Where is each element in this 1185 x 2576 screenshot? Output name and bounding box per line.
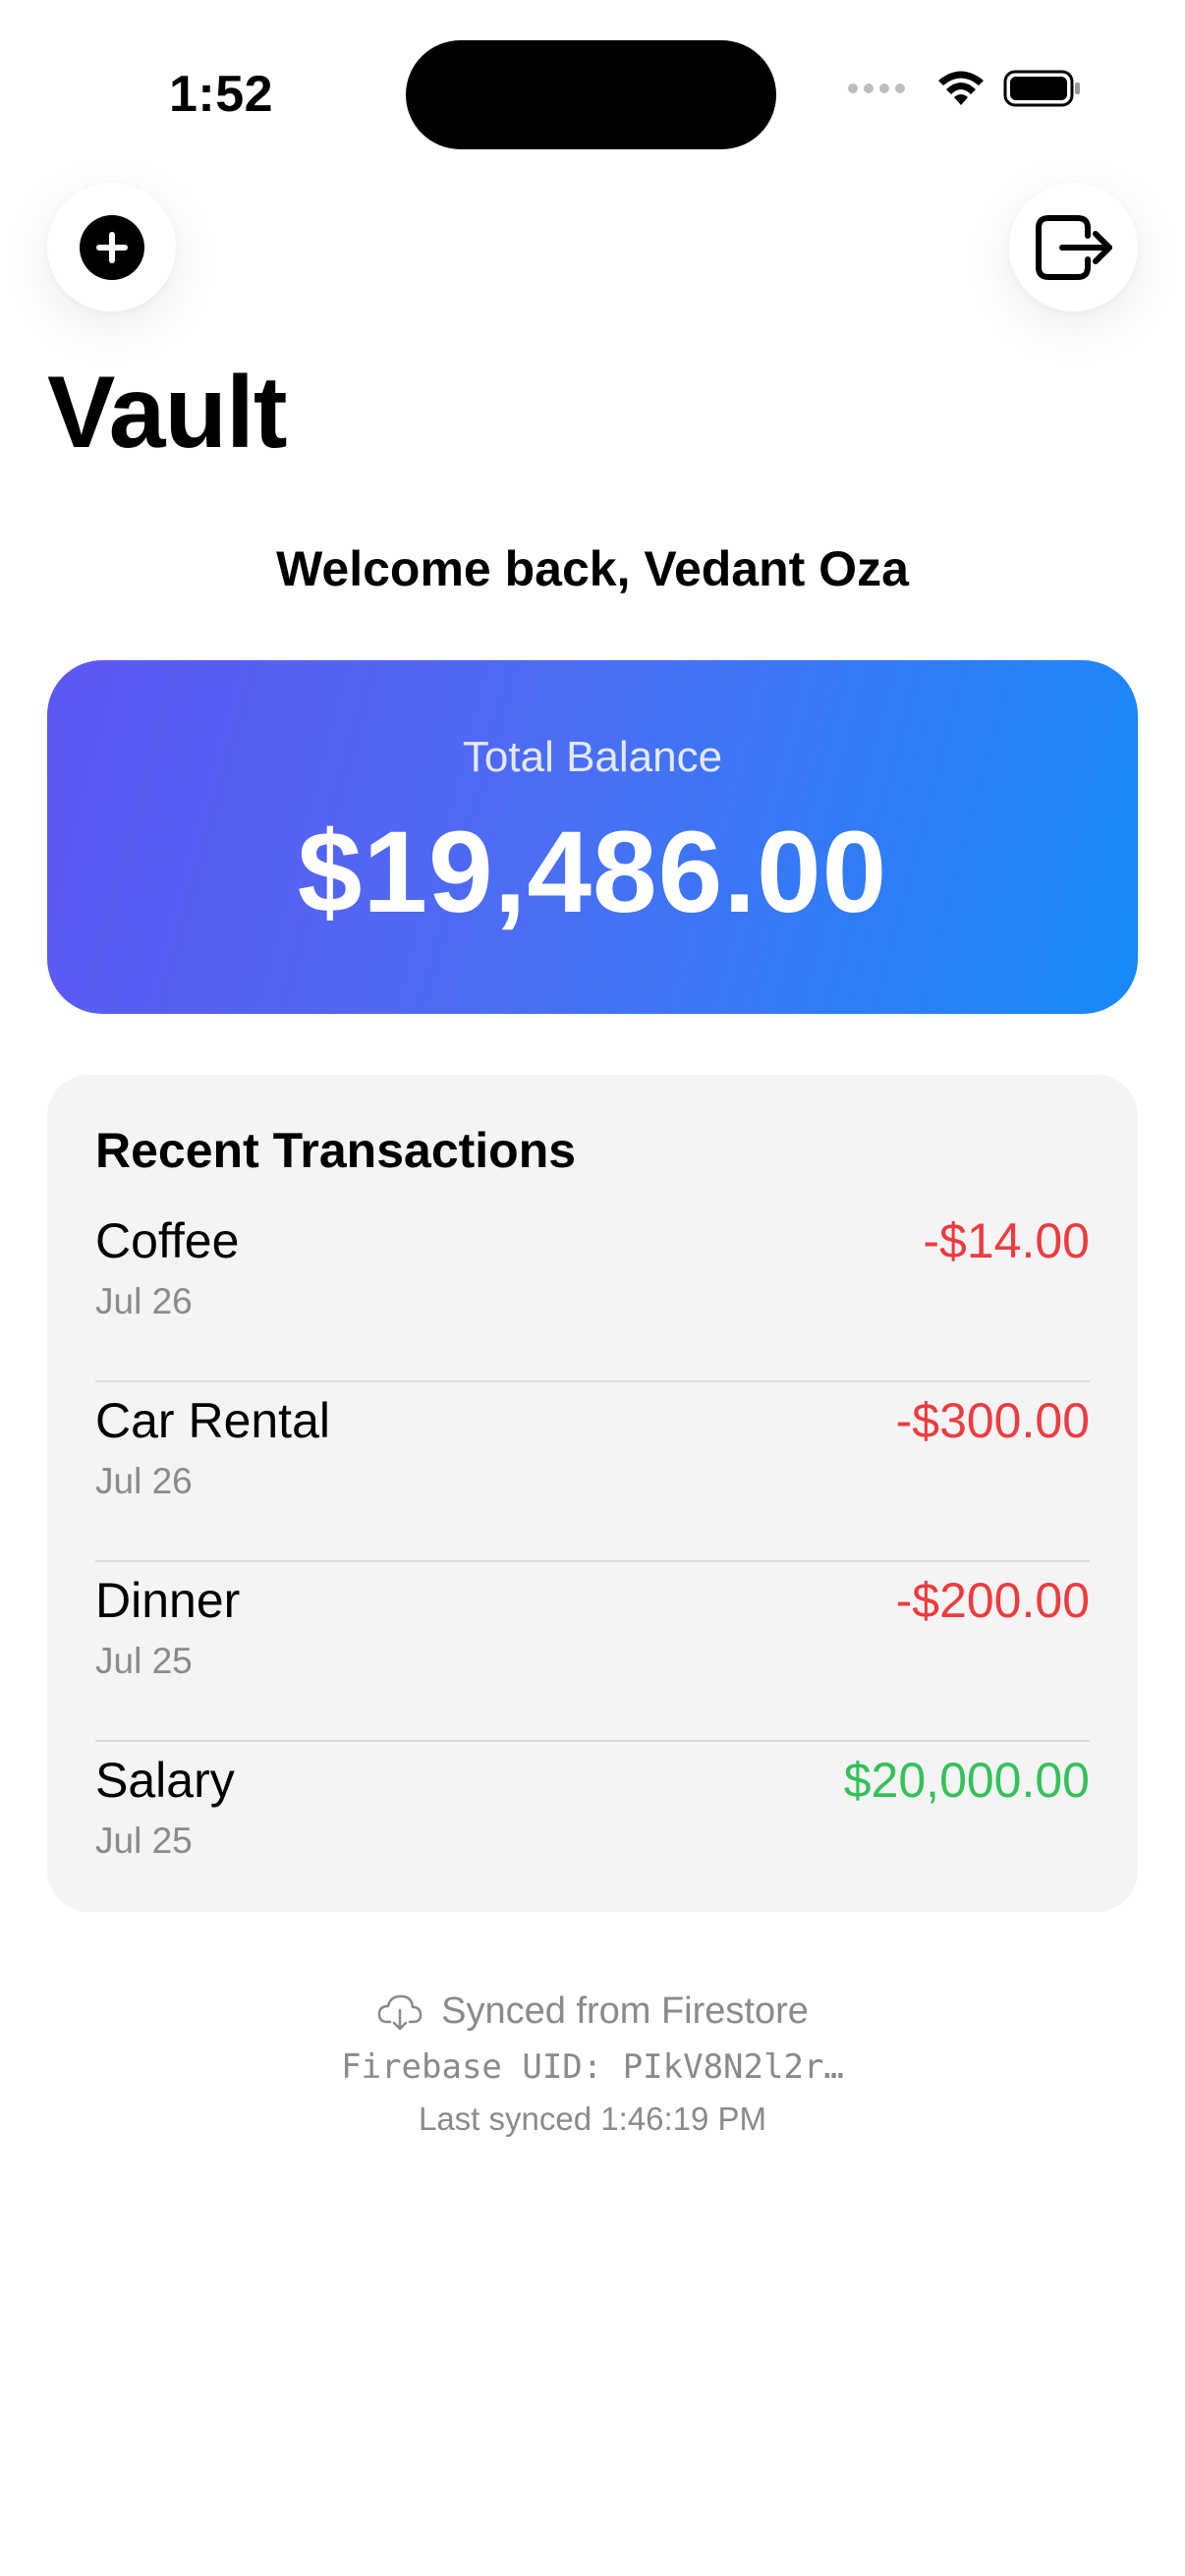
transaction-date: Jul 25 (95, 1820, 193, 1861)
sign-out-button[interactable] (1009, 183, 1138, 311)
transaction-name: Coffee (95, 1213, 240, 1268)
transactions-list: Coffee Jul 26 -$14.00 Car Rental Jul 26 … (95, 1203, 1090, 1922)
transaction-amount: -$14.00 (923, 1213, 1090, 1268)
page-title: Vault (47, 356, 288, 470)
balance-value: $19,486.00 (297, 808, 888, 937)
transaction-row[interactable]: Coffee Jul 26 -$14.00 (95, 1203, 1090, 1382)
transaction-amount: -$300.00 (895, 1393, 1090, 1448)
wifi-icon (938, 71, 984, 105)
welcome-message: Welcome back, Vedant Oza (276, 541, 909, 596)
sync-status-text: Synced from Firestore (441, 1990, 809, 2032)
dynamic-island (406, 40, 776, 149)
transaction-name: Salary (95, 1753, 235, 1808)
transaction-row[interactable]: Car Rental Jul 26 -$300.00 (95, 1382, 1090, 1562)
cloud-download-icon (377, 1994, 423, 2030)
balance-label: Total Balance (462, 733, 723, 781)
status-icons (848, 69, 1082, 108)
transaction-row[interactable]: Dinner Jul 25 -$200.00 (95, 1562, 1090, 1742)
transaction-name: Car Rental (95, 1393, 330, 1448)
balance-card: Total Balance $19,486.00 (47, 660, 1138, 1014)
recent-transactions-card: Recent Transactions Coffee Jul 26 -$14.0… (47, 1075, 1138, 1912)
transaction-name: Dinner (95, 1573, 241, 1628)
last-synced: Last synced 1:46:19 PM (418, 2100, 767, 2137)
battery-icon (1003, 70, 1080, 107)
sync-status: Synced from Firestore (0, 1990, 1185, 2033)
sign-out-icon (1035, 214, 1112, 280)
transactions-heading: Recent Transactions (95, 1123, 577, 1178)
transaction-row[interactable]: Salary Jul 25 $20,000.00 (95, 1742, 1090, 1922)
cellular-dots-icon (848, 84, 905, 93)
transaction-amount: -$200.00 (895, 1573, 1090, 1628)
add-transaction-button[interactable] (47, 183, 176, 311)
transaction-date: Jul 26 (95, 1461, 193, 1501)
transaction-date: Jul 26 (95, 1281, 193, 1321)
status-time: 1:52 (169, 66, 274, 123)
transaction-amount: $20,000.00 (843, 1753, 1090, 1808)
transaction-date: Jul 25 (95, 1641, 193, 1681)
firebase-uid: Firebase UID: PIkV8N2l2r… (341, 2047, 844, 2087)
plus-circle-icon (79, 214, 144, 280)
